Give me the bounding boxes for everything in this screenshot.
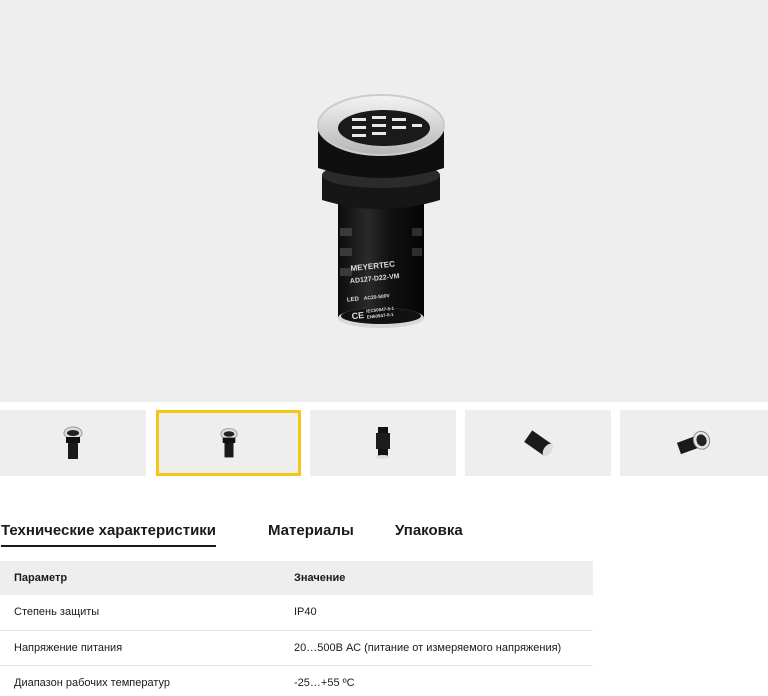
product-thumb-image (376, 427, 390, 459)
tab-packaging[interactable]: Упаковка (395, 522, 463, 545)
thumbnail-1[interactable] (0, 410, 146, 476)
value-cell: -25…+55 ºC (280, 665, 593, 696)
thumbnail-4[interactable] (465, 410, 611, 476)
specs-table: Параметр Значение Степень защиты IP40 На… (0, 561, 593, 696)
param-cell: Напряжение питания (0, 630, 280, 666)
thumbnail-strip (0, 410, 768, 476)
table-row: Степень защиты IP40 (0, 595, 593, 631)
table-header-row: Параметр Значение (0, 561, 593, 595)
product-thumb-image (63, 426, 83, 459)
tab-materials[interactable]: Материалы (268, 522, 354, 545)
thumbnail-3[interactable] (310, 410, 456, 476)
param-cell: Степень защиты (0, 595, 280, 631)
column-header-value: Значение (280, 561, 593, 595)
tab-technical-specs[interactable]: Технические характеристики (1, 522, 217, 547)
thumbnail-2[interactable] (156, 410, 301, 476)
table-row: Диапазон рабочих температур -25…+55 ºC (0, 665, 593, 696)
product-thumb-image (676, 430, 711, 455)
param-cell: Диапазон рабочих температур (0, 665, 280, 696)
main-product-image[interactable]: MEYERTEC AD127-D22-VM LED AC20-500V CE I… (0, 0, 768, 402)
product-photo: MEYERTEC AD127-D22-VM LED AC20-500V CE I… (317, 94, 445, 328)
spec-tabs: Технические характеристики Материалы Упа… (0, 522, 768, 550)
thumbnail-5[interactable] (620, 410, 768, 476)
table-row: Напряжение питания 20…500В АС (питание о… (0, 630, 593, 666)
value-cell: 20…500В АС (питание от измеряемого напря… (280, 630, 593, 666)
ce-mark: CE (351, 310, 364, 321)
column-header-param: Параметр (0, 561, 280, 595)
value-cell: IP40 (280, 595, 593, 631)
product-thumb-image (219, 428, 238, 458)
product-thumb-image (524, 430, 554, 457)
